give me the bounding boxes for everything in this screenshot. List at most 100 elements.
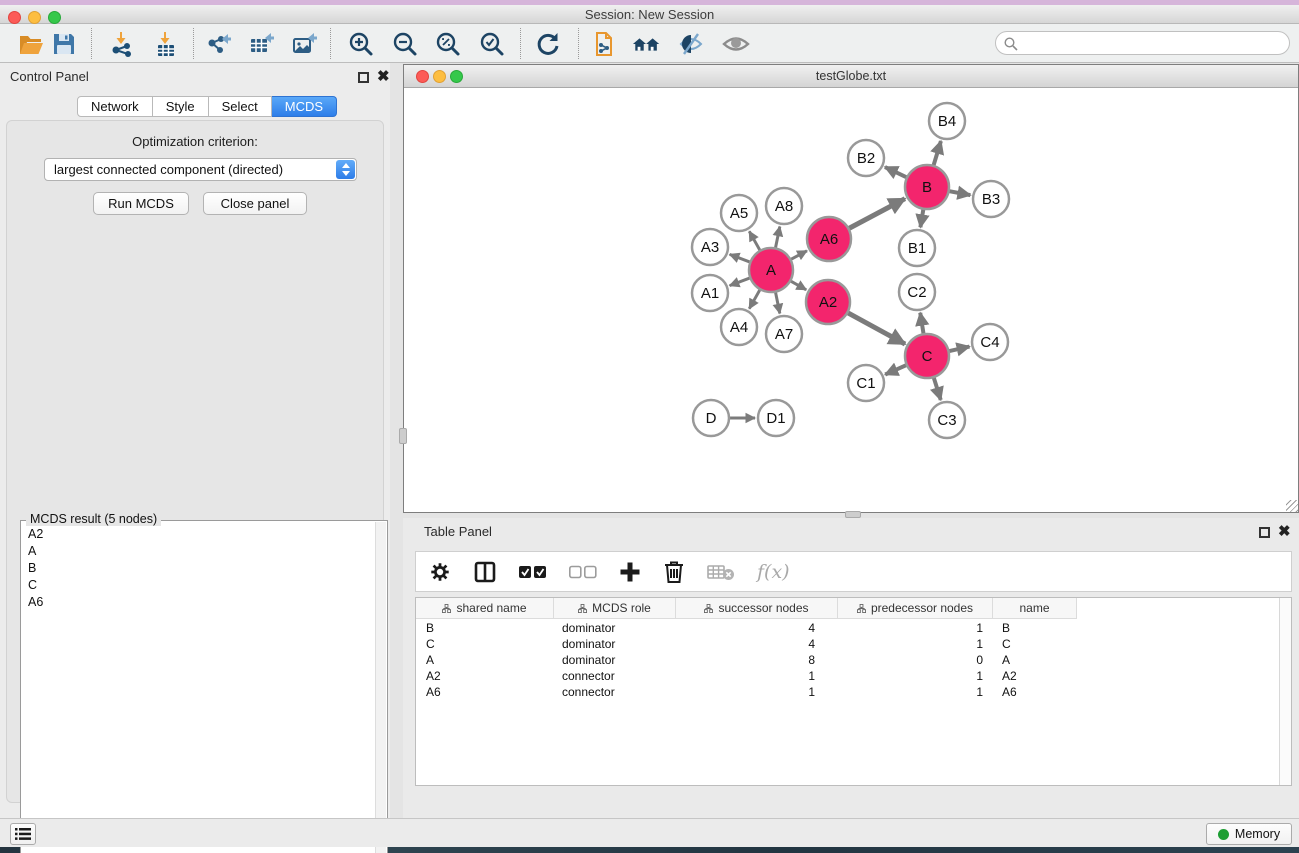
- column-header-shared-name[interactable]: shared name: [416, 598, 554, 618]
- network-graph[interactable]: B4B2BB3A8A5A6A3B1AA1C2A2A4A7CC4C1C3DD1: [404, 88, 1298, 512]
- node-A4[interactable]: A4: [721, 309, 757, 345]
- table-cell[interactable]: A2: [416, 668, 554, 684]
- node-C1[interactable]: C1: [848, 365, 884, 401]
- zoom-window-button[interactable]: [48, 11, 61, 24]
- mcds-result-item[interactable]: A6: [21, 593, 373, 610]
- criterion-dropdown[interactable]: largest connected component (directed): [44, 158, 357, 181]
- table-row[interactable]: Adominator80A: [416, 652, 1276, 668]
- zoom-selected-icon[interactable]: [477, 29, 507, 59]
- table-cell[interactable]: 8: [676, 652, 838, 668]
- node-A[interactable]: A: [749, 248, 793, 292]
- table-cell[interactable]: A: [416, 652, 554, 668]
- float-panel-icon[interactable]: [358, 72, 369, 83]
- node-A6[interactable]: A6: [807, 217, 851, 261]
- function-builder-icon[interactable]: f(x): [757, 561, 790, 583]
- horizontal-divider-grip[interactable]: [845, 511, 861, 518]
- mcds-result-item[interactable]: B: [21, 559, 373, 576]
- memory-button[interactable]: Memory: [1206, 823, 1292, 845]
- minimize-window-button[interactable]: [28, 11, 41, 24]
- table-row[interactable]: Bdominator41B: [416, 620, 1276, 636]
- table-cell[interactable]: C: [416, 636, 554, 652]
- column-header-name[interactable]: name: [993, 598, 1077, 618]
- node-C[interactable]: C: [905, 334, 949, 378]
- column-header-successor-nodes[interactable]: successor nodes: [676, 598, 838, 618]
- edge-C-C2[interactable]: [920, 313, 924, 336]
- node-C3[interactable]: C3: [929, 402, 965, 438]
- add-column-icon[interactable]: [619, 561, 641, 583]
- search-input[interactable]: [1024, 34, 1279, 52]
- table-cell[interactable]: dominator: [554, 652, 676, 668]
- tab-style[interactable]: Style: [153, 96, 209, 117]
- select-all-icon[interactable]: [519, 565, 547, 579]
- delete-table-icon[interactable]: [707, 563, 735, 581]
- column-browser-icon[interactable]: [473, 560, 497, 584]
- table-cell[interactable]: B: [993, 620, 1077, 636]
- edge-A-A7[interactable]: [775, 290, 780, 314]
- node-A1[interactable]: A1: [692, 275, 728, 311]
- close-window-button[interactable]: [8, 11, 21, 24]
- mcds-result-item[interactable]: C: [21, 576, 373, 593]
- mcds-list-scrollbar[interactable]: [375, 522, 386, 853]
- resize-grip-icon[interactable]: [1286, 500, 1298, 512]
- edge-A-A3[interactable]: [730, 254, 753, 263]
- table-cell[interactable]: B: [416, 620, 554, 636]
- import-table-icon[interactable]: [151, 29, 181, 59]
- vertical-divider-grip[interactable]: [399, 428, 407, 444]
- table-cell[interactable]: A6: [416, 684, 554, 700]
- edge-B-B2[interactable]: [885, 167, 909, 178]
- close-panel-icon[interactable]: ✖: [1278, 523, 1291, 541]
- zoom-in-icon[interactable]: [346, 29, 376, 59]
- table-cell[interactable]: 0: [838, 652, 993, 668]
- table-cell[interactable]: 1: [838, 620, 993, 636]
- tab-select[interactable]: Select: [209, 96, 272, 117]
- table-row[interactable]: A6connector11A6: [416, 684, 1276, 700]
- edge-A-A8[interactable]: [775, 227, 780, 251]
- column-header-predecessor-nodes[interactable]: predecessor nodes: [838, 598, 993, 618]
- node-B[interactable]: B: [905, 165, 949, 209]
- column-header-mcds-role[interactable]: MCDS role: [554, 598, 676, 618]
- table-cell[interactable]: 1: [838, 668, 993, 684]
- table-row[interactable]: Cdominator41C: [416, 636, 1276, 652]
- edge-C-C1[interactable]: [885, 364, 909, 374]
- edge-A6-B[interactable]: [847, 199, 905, 230]
- export-network-icon[interactable]: [204, 29, 234, 59]
- node-D[interactable]: D: [693, 400, 729, 436]
- node-C2[interactable]: C2: [899, 274, 935, 310]
- node-B4[interactable]: B4: [929, 103, 965, 139]
- minimize-network-button[interactable]: [433, 70, 446, 83]
- node-A7[interactable]: A7: [766, 316, 802, 352]
- edge-C-C4[interactable]: [947, 347, 970, 352]
- save-session-icon[interactable]: [49, 29, 79, 59]
- export-image-icon[interactable]: [289, 29, 319, 59]
- table-cell[interactable]: A2: [993, 668, 1077, 684]
- table-row[interactable]: A2connector11A2: [416, 668, 1276, 684]
- node-A3[interactable]: A3: [692, 229, 728, 265]
- run-mcds-button[interactable]: Run MCDS: [93, 192, 189, 215]
- node-A8[interactable]: A8: [766, 188, 802, 224]
- table-cell[interactable]: 1: [676, 684, 838, 700]
- table-cell[interactable]: 4: [676, 620, 838, 636]
- export-table-icon[interactable]: [246, 29, 276, 59]
- tab-network[interactable]: Network: [77, 96, 153, 117]
- node-B1[interactable]: B1: [899, 230, 935, 266]
- table-cell[interactable]: 1: [676, 668, 838, 684]
- edge-B-B3[interactable]: [947, 191, 971, 195]
- table-cell[interactable]: connector: [554, 668, 676, 684]
- gear-icon[interactable]: [429, 561, 451, 583]
- edge-A-A4[interactable]: [749, 287, 761, 308]
- tab-mcds[interactable]: MCDS: [272, 96, 337, 117]
- table-cell[interactable]: 4: [676, 636, 838, 652]
- show-hide-icon[interactable]: [721, 29, 751, 59]
- table-cell[interactable]: dominator: [554, 636, 676, 652]
- delete-column-icon[interactable]: [663, 560, 685, 584]
- float-panel-icon[interactable]: [1259, 527, 1270, 538]
- edge-A2-C[interactable]: [846, 312, 905, 344]
- refresh-icon[interactable]: [533, 29, 563, 59]
- table-cell[interactable]: connector: [554, 684, 676, 700]
- open-file-icon[interactable]: [16, 29, 46, 59]
- mcds-result-item[interactable]: A: [21, 542, 373, 559]
- node-B3[interactable]: B3: [973, 181, 1009, 217]
- import-network-icon[interactable]: [107, 29, 137, 59]
- mcds-result-item[interactable]: A2: [21, 525, 373, 542]
- node-B2[interactable]: B2: [848, 140, 884, 176]
